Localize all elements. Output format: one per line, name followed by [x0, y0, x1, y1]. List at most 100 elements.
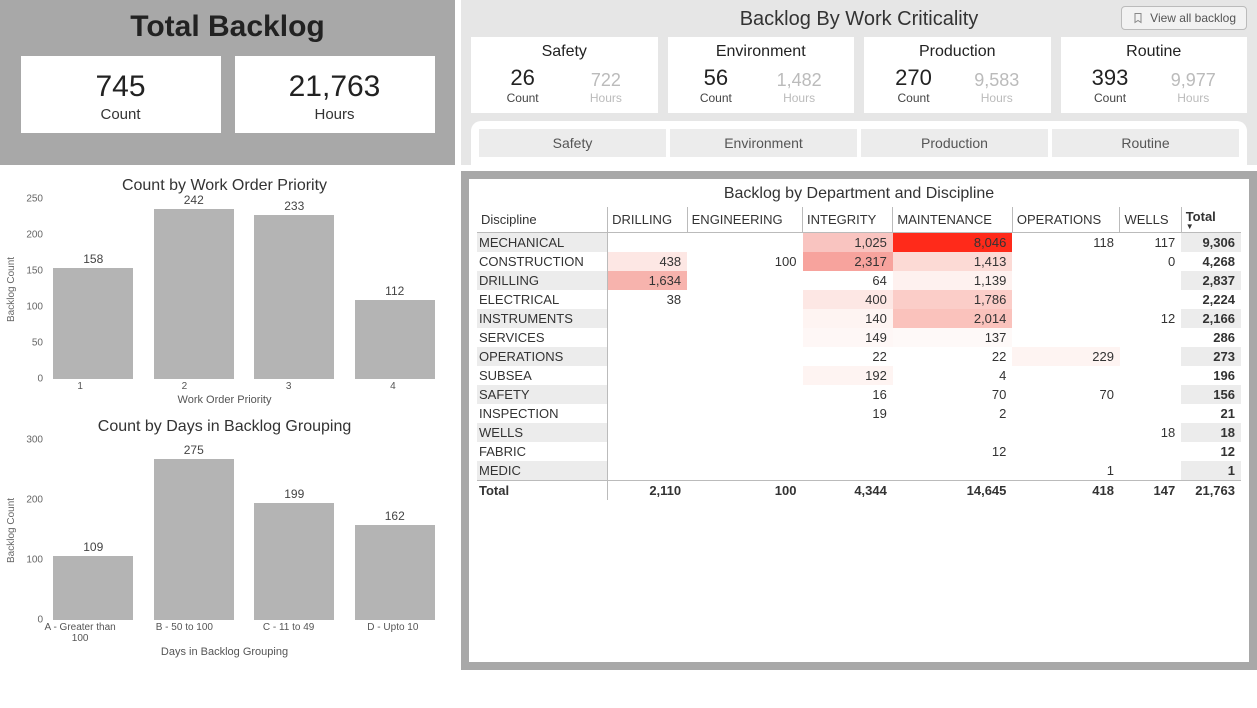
- cell[interactable]: [803, 461, 893, 481]
- cell[interactable]: [608, 309, 688, 328]
- chart-priority[interactable]: Count by Work Order Priority Backlog Cou…: [4, 177, 445, 406]
- cell[interactable]: 1,634: [608, 271, 688, 290]
- cell[interactable]: 1,139: [893, 271, 1013, 290]
- bar[interactable]: 233: [254, 215, 334, 379]
- cell[interactable]: 22: [893, 347, 1013, 366]
- table-row[interactable]: SUBSEA1924196: [477, 366, 1241, 385]
- cell[interactable]: [1120, 366, 1181, 385]
- bar[interactable]: 242: [154, 209, 234, 379]
- chart-days-grouping[interactable]: Count by Days in Backlog Grouping Backlo…: [4, 418, 445, 658]
- cell[interactable]: 117: [1120, 233, 1181, 253]
- cell[interactable]: 438: [608, 252, 688, 271]
- cell[interactable]: 0: [1120, 252, 1181, 271]
- cell[interactable]: 192: [803, 366, 893, 385]
- bar[interactable]: 162: [355, 525, 435, 620]
- bar[interactable]: 112: [355, 300, 435, 379]
- cell[interactable]: [608, 385, 688, 404]
- col-header[interactable]: INTEGRITY: [803, 207, 893, 233]
- cell[interactable]: [1012, 328, 1120, 347]
- cell[interactable]: [1120, 461, 1181, 481]
- cell[interactable]: [803, 423, 893, 442]
- cell[interactable]: [1120, 385, 1181, 404]
- bar[interactable]: 109: [53, 556, 133, 620]
- cell[interactable]: 18: [1120, 423, 1181, 442]
- col-header[interactable]: ENGINEERING: [687, 207, 802, 233]
- cell[interactable]: [608, 347, 688, 366]
- table-row[interactable]: INSPECTION19221: [477, 404, 1241, 423]
- col-header[interactable]: WELLS: [1120, 207, 1181, 233]
- table-row[interactable]: SAFETY167070156: [477, 385, 1241, 404]
- cell[interactable]: [1012, 404, 1120, 423]
- tab-safety[interactable]: Safety: [479, 129, 666, 157]
- cell[interactable]: [1120, 290, 1181, 309]
- cell[interactable]: [608, 233, 688, 253]
- cell[interactable]: [803, 442, 893, 461]
- cell[interactable]: 137: [893, 328, 1013, 347]
- bar[interactable]: 158: [53, 268, 133, 379]
- cell[interactable]: [687, 442, 802, 461]
- col-header-total[interactable]: Total▼: [1181, 207, 1241, 233]
- cell[interactable]: [608, 423, 688, 442]
- cell[interactable]: 12: [1120, 309, 1181, 328]
- table-row[interactable]: MEDIC11: [477, 461, 1241, 481]
- cell[interactable]: 70: [893, 385, 1013, 404]
- row-header[interactable]: Discipline: [477, 207, 608, 233]
- crit-card-environment[interactable]: Environment 56Count 1,482Hours: [668, 37, 855, 113]
- cell[interactable]: [608, 366, 688, 385]
- cell[interactable]: 19: [803, 404, 893, 423]
- cell[interactable]: [1120, 347, 1181, 366]
- table-row[interactable]: FABRIC1212: [477, 442, 1241, 461]
- cell[interactable]: [687, 233, 802, 253]
- cell[interactable]: 4: [893, 366, 1013, 385]
- table-row[interactable]: MECHANICAL1,0258,0461181179,306: [477, 233, 1241, 253]
- cell[interactable]: [687, 328, 802, 347]
- crit-card-production[interactable]: Production 270Count 9,583Hours: [864, 37, 1051, 113]
- tab-environment[interactable]: Environment: [670, 129, 857, 157]
- crit-card-routine[interactable]: Routine 393Count 9,977Hours: [1061, 37, 1248, 113]
- cell[interactable]: [1012, 442, 1120, 461]
- cell[interactable]: [1012, 366, 1120, 385]
- cell[interactable]: [687, 385, 802, 404]
- cell[interactable]: 2,317: [803, 252, 893, 271]
- table-row[interactable]: OPERATIONS2222229273: [477, 347, 1241, 366]
- cell[interactable]: 149: [803, 328, 893, 347]
- cell[interactable]: [608, 461, 688, 481]
- cell[interactable]: [1120, 328, 1181, 347]
- cell[interactable]: 12: [893, 442, 1013, 461]
- cell[interactable]: [687, 309, 802, 328]
- cell[interactable]: 118: [1012, 233, 1120, 253]
- cell[interactable]: 1,786: [893, 290, 1013, 309]
- view-all-backlog-button[interactable]: View all backlog: [1121, 6, 1247, 30]
- cell[interactable]: 16: [803, 385, 893, 404]
- cell[interactable]: [687, 404, 802, 423]
- cell[interactable]: [1120, 404, 1181, 423]
- cell[interactable]: 1,025: [803, 233, 893, 253]
- cell[interactable]: [1012, 423, 1120, 442]
- cell[interactable]: [893, 461, 1013, 481]
- cell[interactable]: 70: [1012, 385, 1120, 404]
- table-row[interactable]: ELECTRICAL384001,7862,224: [477, 290, 1241, 309]
- cell[interactable]: 229: [1012, 347, 1120, 366]
- cell[interactable]: 8,046: [893, 233, 1013, 253]
- cell[interactable]: 2,014: [893, 309, 1013, 328]
- cell[interactable]: [608, 442, 688, 461]
- table-row[interactable]: SERVICES149137286: [477, 328, 1241, 347]
- cell[interactable]: [1012, 252, 1120, 271]
- cell[interactable]: 1: [1012, 461, 1120, 481]
- tab-routine[interactable]: Routine: [1052, 129, 1239, 157]
- bar[interactable]: 199: [254, 503, 334, 620]
- cell[interactable]: [893, 423, 1013, 442]
- table-row[interactable]: CONSTRUCTION4381002,3171,41304,268: [477, 252, 1241, 271]
- cell[interactable]: [608, 404, 688, 423]
- cell[interactable]: [1012, 309, 1120, 328]
- cell[interactable]: 64: [803, 271, 893, 290]
- col-header[interactable]: DRILLING: [608, 207, 688, 233]
- cell[interactable]: 22: [803, 347, 893, 366]
- cell[interactable]: [1120, 442, 1181, 461]
- cell[interactable]: [687, 347, 802, 366]
- cell[interactable]: [687, 461, 802, 481]
- tab-production[interactable]: Production: [861, 129, 1048, 157]
- cell[interactable]: [1012, 271, 1120, 290]
- matrix-table[interactable]: DisciplineDRILLINGENGINEERINGINTEGRITYMA…: [477, 207, 1241, 500]
- cell[interactable]: [687, 290, 802, 309]
